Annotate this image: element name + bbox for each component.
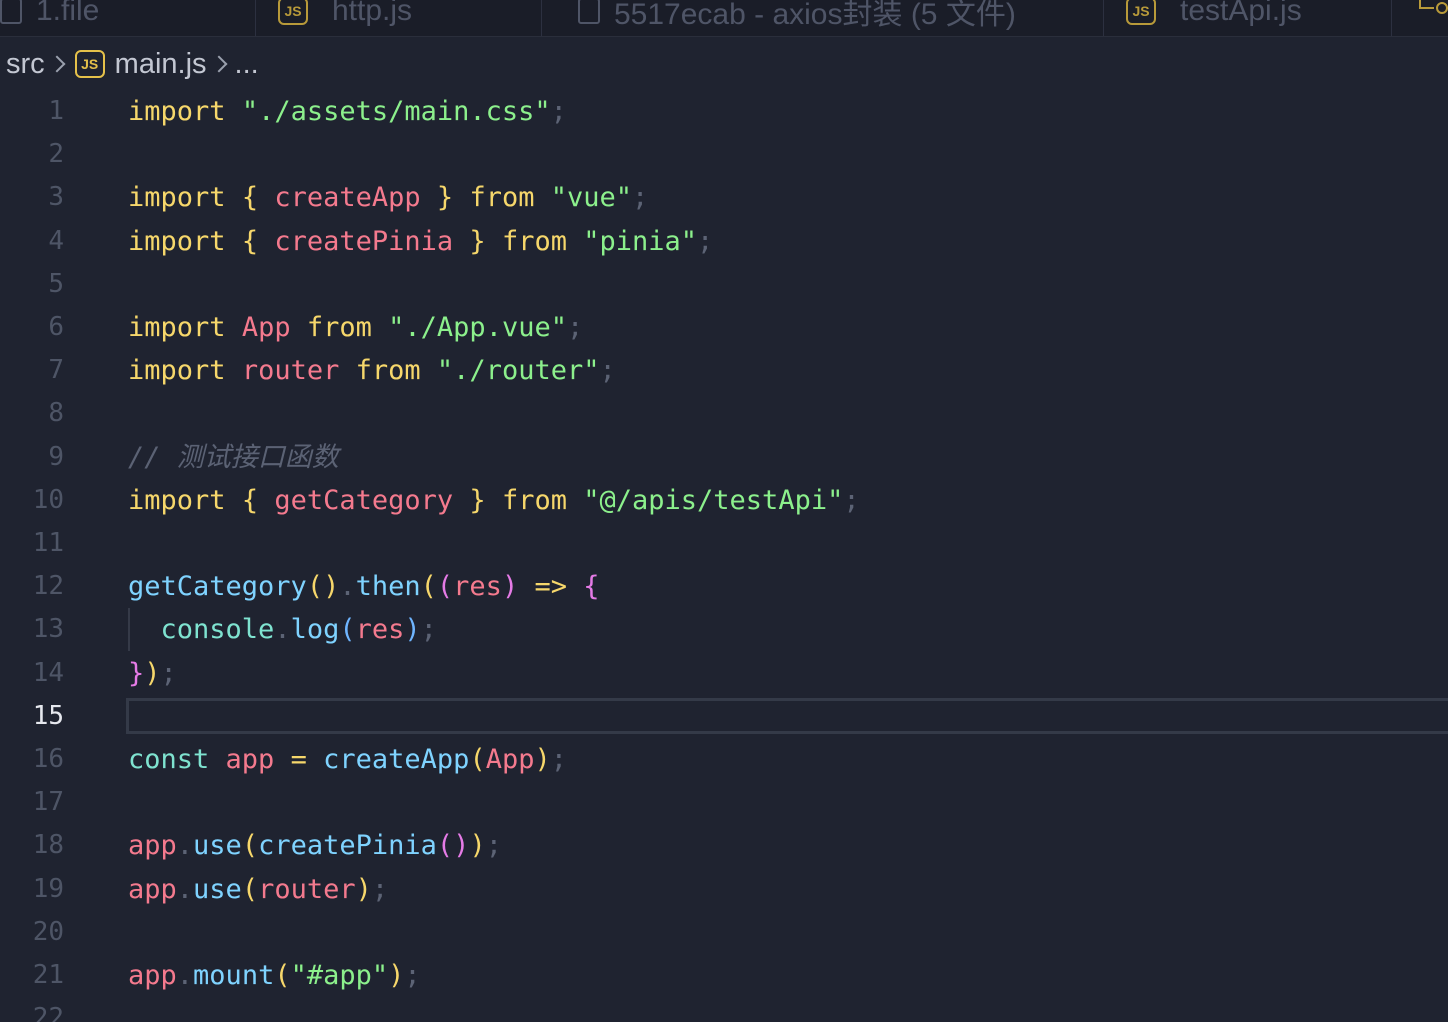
tab-1-file[interactable]: 1.file [0, 0, 256, 36]
tab-overflow-icon[interactable] [1416, 0, 1448, 24]
code-line: 14 }); [0, 652, 1448, 695]
code-line: 21 app.mount("#app"); [0, 954, 1448, 997]
code-text: import App from "./App.vue"; [128, 312, 584, 343]
tab-http-js[interactable]: JS http.js [256, 0, 542, 36]
code-text: }); [128, 658, 177, 689]
code-editor[interactable]: 1 import "./assets/main.css"; 2 3 import… [0, 90, 1448, 1022]
code-line: 3 import { createApp } from "vue"; [0, 176, 1448, 219]
diff-file-icon [578, 0, 600, 24]
line-number: 4 [48, 226, 64, 256]
code-line: 4 import { createPinia } from "pinia"; [0, 220, 1448, 263]
code-line: 20 [0, 911, 1448, 954]
line-number: 13 [32, 614, 64, 644]
line-number: 11 [32, 528, 64, 558]
code-line: 13 console.log(res); [0, 608, 1448, 651]
current-line-highlight [126, 698, 1448, 734]
code-line: 1 import "./assets/main.css"; [0, 90, 1448, 133]
code-text: import { getCategory } from "@/apis/test… [128, 485, 860, 516]
line-number: 8 [48, 398, 64, 428]
tab-testapi-js[interactable]: JS testApi.js [1104, 0, 1392, 36]
line-number: 7 [48, 355, 64, 385]
code-text: import "./assets/main.css"; [128, 96, 567, 127]
line-number: 6 [48, 312, 64, 342]
chevron-right-icon [51, 44, 67, 84]
code-text: const app = createApp(App); [128, 744, 568, 775]
code-text: import { createApp } from "vue"; [128, 182, 649, 213]
code-text: import { createPinia } from "pinia"; [128, 226, 714, 257]
code-line: 18 app.use(createPinia()); [0, 824, 1448, 867]
line-number: 22 [32, 1003, 64, 1022]
js-file-icon: JS [74, 50, 105, 78]
tab-label: testApi.js [1180, 0, 1302, 27]
chevron-right-icon [213, 44, 229, 84]
code-line: 9 // 测试接口函数 [0, 436, 1448, 479]
code-text: app.use(router); [128, 874, 389, 905]
code-line-active: 15 [0, 695, 1448, 738]
code-text: console.log(res); [160, 614, 437, 645]
line-number: 21 [32, 960, 64, 990]
tab-diff-axios[interactable]: 5517ecab - axios封装 (5 文件) [542, 0, 1104, 36]
line-number: 17 [32, 787, 64, 817]
line-number: 12 [32, 571, 64, 601]
line-number: 9 [48, 442, 64, 472]
breadcrumb-folder[interactable]: src [0, 48, 45, 81]
line-number: 3 [48, 182, 64, 212]
js-file-icon: JS [1126, 0, 1156, 25]
js-file-icon: JS [278, 0, 308, 25]
line-number: 18 [32, 830, 64, 860]
code-line: 2 [0, 133, 1448, 176]
line-number: 2 [48, 139, 64, 169]
tab-label: http.js [332, 0, 413, 27]
code-line: 22 [0, 997, 1448, 1022]
code-text: import router from "./router"; [128, 355, 616, 386]
code-line: 12 getCategory().then((res) => { [0, 565, 1448, 608]
code-text: getCategory().then((res) => { [128, 571, 600, 602]
code-line: 19 app.use(router); [0, 868, 1448, 911]
line-number: 15 [32, 701, 64, 731]
tab-label: 5517ecab - axios封装 (5 文件) [614, 0, 1016, 31]
line-number: 14 [32, 658, 64, 688]
code-line: 17 [0, 781, 1448, 824]
editor-tab-bar: 1.file JS http.js 5517ecab - axios封装 (5 … [0, 0, 1448, 37]
breadcrumb-symbol[interactable]: ... [235, 48, 259, 81]
code-comment: // 测试接口函数 [128, 442, 339, 473]
code-line: 8 [0, 392, 1448, 435]
code-line: 7 import router from "./router"; [0, 349, 1448, 392]
code-line: 16 const app = createApp(App); [0, 738, 1448, 781]
code-text: app.use(createPinia()); [128, 830, 502, 861]
code-line: 11 [0, 522, 1448, 565]
line-number: 10 [32, 485, 64, 515]
line-number: 16 [32, 744, 64, 774]
code-line: 5 [0, 263, 1448, 306]
line-number: 5 [48, 269, 64, 299]
breadcrumb-file[interactable]: main.js [115, 48, 207, 81]
code-text: app.mount("#app"); [128, 960, 421, 991]
code-line: 10 import { getCategory } from "@/apis/t… [0, 479, 1448, 522]
tab-label: 1.file [36, 0, 100, 27]
line-number: 1 [48, 96, 64, 126]
line-number: 20 [32, 917, 64, 947]
line-number: 19 [32, 874, 64, 904]
breadcrumb: src JS main.js ... [0, 44, 1448, 84]
file-icon [0, 0, 22, 24]
code-line: 6 import App from "./App.vue"; [0, 306, 1448, 349]
